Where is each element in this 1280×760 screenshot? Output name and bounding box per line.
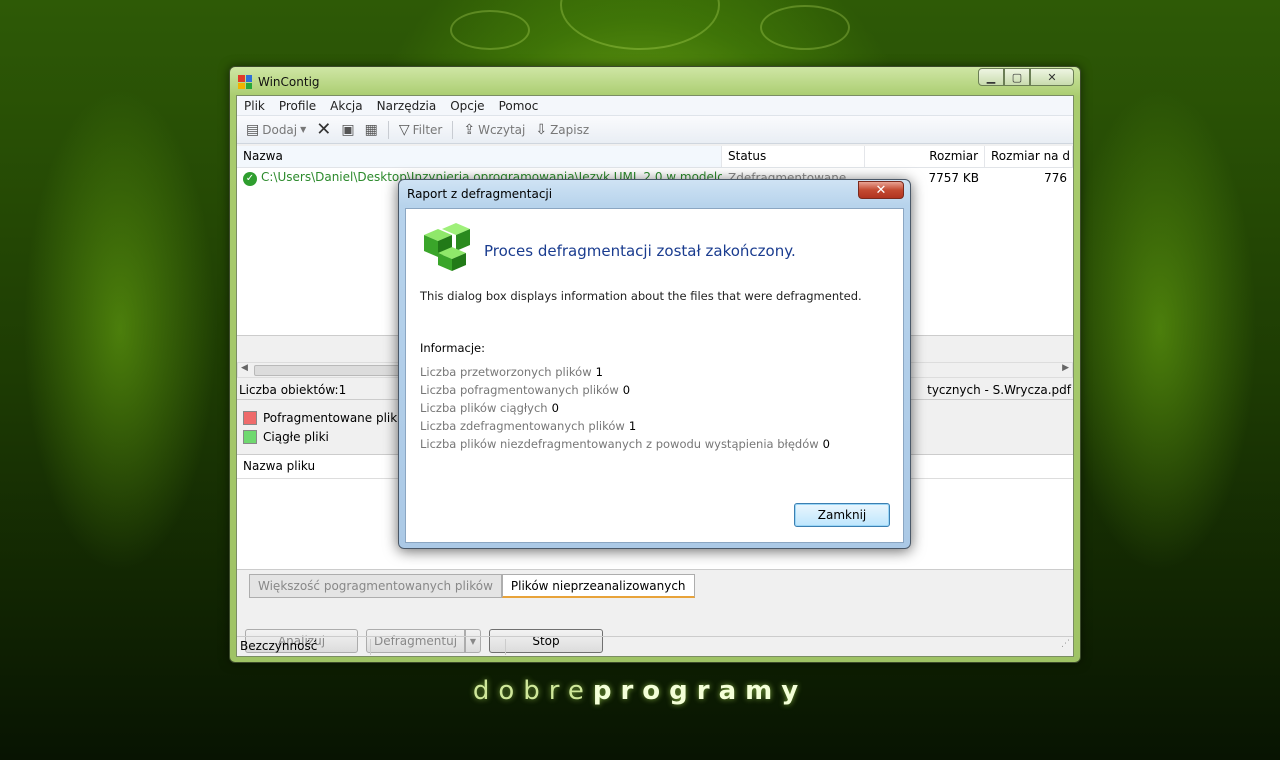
resize-grip-icon[interactable]: ⋰ [506,639,1073,655]
dialog-title: Raport z defragmentacji [407,187,553,201]
dialog-body: Proces defragmentacji został zakończony.… [405,208,904,543]
statusbar: Bezczynność ⋰ [237,636,1073,656]
add-button[interactable]: ▤ Dodaj ▼ [243,122,309,138]
grid-button[interactable]: ▦ [362,122,381,138]
legend-item-fragmented: Pofragmentowane pliki [243,408,401,427]
menubar: Plik Profile Akcja Narzędzia Opcje Pomoc [237,96,1073,116]
tab-most-fragmented[interactable]: Większość pogragmentowanych plików [249,574,502,598]
close-icon: ✕ [875,182,887,198]
toolbar-separator [387,120,389,139]
info-item: Liczba plików niezdefragmentowanych z po… [420,435,830,453]
properties-button[interactable]: ▣ [338,122,357,138]
maximize-button[interactable]: ▢ [1004,68,1030,86]
contiguous-label: Ciągłe pliki [263,429,329,444]
menu-pomoc[interactable]: Pomoc [492,99,546,113]
legend: Pofragmentowane pliki Ciągłe pliki [243,408,401,446]
info-item: Liczba przetworzonych plików 1 [420,363,830,381]
tab-not-analyzed[interactable]: Plików nieprzeanalizowanych [501,574,695,598]
dialog-close-button[interactable]: ✕ [858,181,904,199]
info-label: Liczba plików niezdefragmentowanych z po… [420,437,819,451]
menu-plik[interactable]: Plik [237,99,272,113]
column-header-status[interactable]: Status [722,146,865,167]
column-header-size-on-disk[interactable]: Rozmiar na d [985,146,1073,167]
row-size-on-disk: 776 [1044,171,1067,185]
column-header-size[interactable]: Rozmiar [865,146,985,167]
toolbar-separator [452,120,454,139]
legend-item-contiguous: Ciągłe pliki [243,427,401,446]
save-icon: ⇩ [535,121,548,138]
load-icon: ⇪ [463,121,476,138]
window-title: WinContig [258,75,320,89]
chevron-down-icon: ▼ [300,125,307,134]
scroll-right-icon[interactable]: ▶ [1062,363,1069,373]
minimize-button[interactable]: ▁ [978,68,1004,86]
dialog-heading: Proces defragmentacji został zakończony. [484,242,796,260]
current-filename: tycznych - S.Wrycza.pdf [927,382,1071,397]
menu-akcja[interactable]: Akcja [323,99,369,113]
info-value: 1 [628,419,637,433]
fragmented-label: Pofragmentowane pliki [263,410,401,425]
remove-button[interactable]: ✕ [313,119,334,140]
add-files-icon: ▤ [246,121,260,138]
delete-icon: ✕ [316,119,332,140]
object-count: Liczba obiektów:1 [239,382,347,397]
dialog-close-action-button[interactable]: Zamknij [794,503,890,527]
bg-ring [450,10,530,50]
scroll-left-icon[interactable]: ◀ [241,363,248,373]
bg-ring [560,0,720,50]
status-panel-2 [371,638,506,655]
window-titlebar: WinContig [238,72,320,92]
save-label: Zapisz [550,122,590,137]
info-item: Liczba pofragmentowanych plików 0 [420,381,830,399]
grid-icon: ▦ [364,121,378,138]
check-icon: ✓ [243,172,257,186]
properties-icon: ▣ [341,121,355,138]
info-value: 0 [822,437,830,451]
tab-strip: Większość pogragmentowanych plików Plikó… [249,574,695,598]
column-header-name[interactable]: Nazwa [237,146,722,167]
list-header: Nazwa Status Rozmiar Rozmiar na d [237,146,1073,168]
info-item: Liczba zdefragmentowanych plików 1 [420,417,830,435]
menu-opcje[interactable]: Opcje [443,99,491,113]
filter-button[interactable]: ▽ Filter [396,122,446,138]
app-icon [238,75,252,89]
close-window-button[interactable]: ✕ [1030,68,1074,86]
info-label: Liczba plików ciągłych [420,401,548,415]
info-value: 0 [551,401,559,415]
info-item: Liczba plików ciągłych 0 [420,399,830,417]
caption-buttons: ▁ ▢ ✕ [978,68,1074,86]
load-button[interactable]: ⇪ Wczytaj [460,122,528,138]
watermark-light: dobre [472,676,593,706]
dialog-description: This dialog box displays information abo… [420,289,862,303]
filter-label: Filter [412,122,443,137]
contiguous-swatch [243,429,257,444]
info-label: Liczba pofragmentowanych plików [420,383,619,397]
info-label: Liczba zdefragmentowanych plików [420,419,625,433]
add-label: Dodaj [262,122,298,137]
info-value: 1 [595,365,603,379]
menu-profile[interactable]: Profile [272,99,323,113]
defrag-report-dialog: Raport z defragmentacji ✕ Proces defragm… [398,179,911,549]
status-text: Bezczynność [237,638,371,655]
info-title: Informacje: [420,341,486,355]
defrag-cubes-icon [424,223,470,271]
watermark-bold: programy [592,676,808,706]
info-value: 0 [622,383,631,397]
save-button[interactable]: ⇩ Zapisz [532,122,592,138]
info-label: Liczba przetworzonych plików [420,365,592,379]
toolbar: ▤ Dodaj ▼ ✕ ▣ ▦ ▽ Filter ⇪ Wczytaj ⇩ Zap… [237,116,1073,144]
scrollbar-thumb[interactable] [254,365,404,376]
fragmented-swatch [243,410,257,425]
info-list: Liczba przetworzonych plików 1 Liczba pof… [420,363,830,453]
filter-icon: ▽ [398,121,410,138]
bg-ring [760,5,850,50]
menu-narzedzia[interactable]: Narzędzia [370,99,444,113]
load-label: Wczytaj [478,122,526,137]
watermark-logo: dobreprogramy [0,676,1280,706]
